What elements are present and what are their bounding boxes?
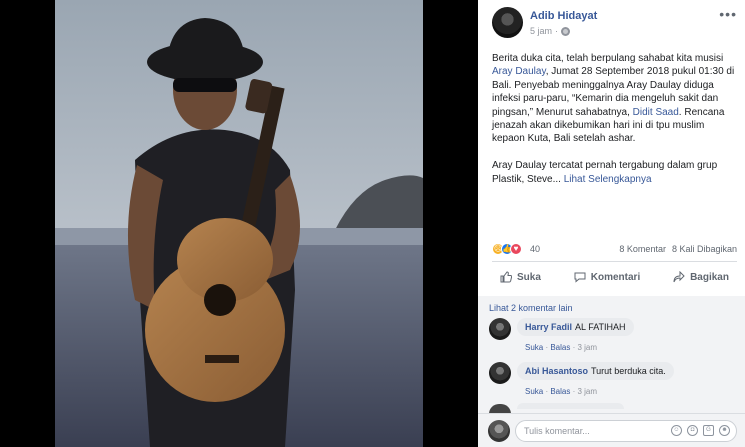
- person-link[interactable]: Aray Daulay: [492, 66, 546, 77]
- comment-like-link[interactable]: Suka: [525, 387, 543, 396]
- comment-text: AL FATIHAH: [575, 322, 626, 332]
- commenter-avatar[interactable]: [489, 362, 511, 384]
- comment-bubble: Harry Fadil AL FATIHAH: [517, 318, 634, 336]
- comment-reply-link[interactable]: Balas: [550, 387, 570, 396]
- post-photo[interactable]: [55, 0, 423, 447]
- composer-icons: ☺ ◘ G ☻: [671, 425, 730, 436]
- comment-count[interactable]: 8 Komentar: [619, 244, 666, 254]
- commenter-avatar[interactable]: [489, 318, 511, 340]
- author-name[interactable]: Adib Hidayat: [530, 10, 597, 22]
- comment-input[interactable]: Tulis komentar... ☺ ◘ G ☻: [515, 420, 737, 442]
- share-button[interactable]: Bagikan: [665, 266, 737, 288]
- reaction-count[interactable]: 40: [530, 244, 540, 254]
- comment-button[interactable]: Komentari: [566, 266, 648, 288]
- current-user-avatar: [488, 420, 510, 442]
- comment-placeholder: Tulis komentar...: [524, 426, 590, 436]
- emoji-icon[interactable]: ☺: [671, 425, 682, 436]
- engagement-counts: 8 Komentar 8 Kali Dibagikan: [619, 244, 737, 254]
- see-more-link[interactable]: Lihat Selengkapnya: [564, 174, 652, 185]
- comment-label: Komentari: [590, 271, 641, 283]
- comment-bubble: Abi Hasantoso Turut berduka cita.: [517, 362, 674, 380]
- comment-icon: [574, 272, 586, 283]
- post-text: Berita duka cita, telah berpulang sahaba…: [492, 52, 737, 199]
- reaction-icons[interactable]: ☹ 👍 ♥: [492, 243, 522, 255]
- dot-separator: ·: [555, 26, 559, 36]
- person-link[interactable]: Didit Saad: [633, 107, 679, 118]
- post-paragraph-2: Aray Daulay tercatat pernah tergabung da…: [492, 159, 737, 186]
- divider: [492, 261, 737, 262]
- comment-time[interactable]: 3 jam: [577, 387, 597, 396]
- camera-icon[interactable]: ◘: [687, 425, 698, 436]
- commenter-name[interactable]: Abi Hasantoso: [525, 366, 588, 376]
- comment-meta: Suka · Balas · 3 jam: [525, 387, 598, 396]
- author-avatar[interactable]: [492, 7, 523, 38]
- post-text-segment: Berita duka cita, telah berpulang sahaba…: [492, 53, 724, 64]
- like-label: Suka: [517, 271, 541, 283]
- share-count[interactable]: 8 Kali Dibagikan: [672, 244, 737, 254]
- share-label: Bagikan: [690, 271, 729, 283]
- comment-time[interactable]: 3 jam: [577, 343, 597, 352]
- globe-icon[interactable]: [561, 26, 571, 36]
- comment-like-link[interactable]: Suka: [525, 343, 543, 352]
- photo-viewer: [0, 0, 478, 447]
- post-panel: Adib Hidayat 5 jam · ••• Berita duka cit…: [478, 0, 745, 447]
- comment-reply-link[interactable]: Balas: [550, 343, 570, 352]
- love-reaction-icon: ♥: [510, 243, 522, 255]
- like-button[interactable]: Suka: [492, 266, 549, 288]
- view-more-comments-link[interactable]: Lihat 2 komentar lain: [489, 303, 573, 313]
- comment-composer: Tulis komentar... ☺ ◘ G ☻: [478, 413, 745, 447]
- sticker-icon[interactable]: ☻: [719, 425, 730, 436]
- action-bar: Suka Komentari Bagikan: [492, 266, 737, 288]
- comment-meta: Suka · Balas · 3 jam: [525, 343, 598, 352]
- commenter-name[interactable]: Harry Fadil: [525, 322, 572, 332]
- gif-icon[interactable]: G: [703, 425, 714, 436]
- post-time[interactable]: 5 jam: [530, 26, 552, 36]
- post-paragraph-1: Berita duka cita, telah berpulang sahaba…: [492, 52, 737, 146]
- post-header: Adib Hidayat 5 jam · •••: [492, 7, 737, 41]
- thumbs-up-icon: [500, 271, 512, 283]
- share-icon: [673, 271, 685, 283]
- reactions-bar: ☹ 👍 ♥ 40 8 Komentar 8 Kali Dibagikan: [492, 243, 737, 257]
- post-meta: 5 jam ·: [530, 26, 571, 36]
- comment-text: Turut berduka cita.: [591, 366, 666, 376]
- partial-comment-bubble: [517, 403, 624, 409]
- more-options-icon[interactable]: •••: [719, 7, 737, 21]
